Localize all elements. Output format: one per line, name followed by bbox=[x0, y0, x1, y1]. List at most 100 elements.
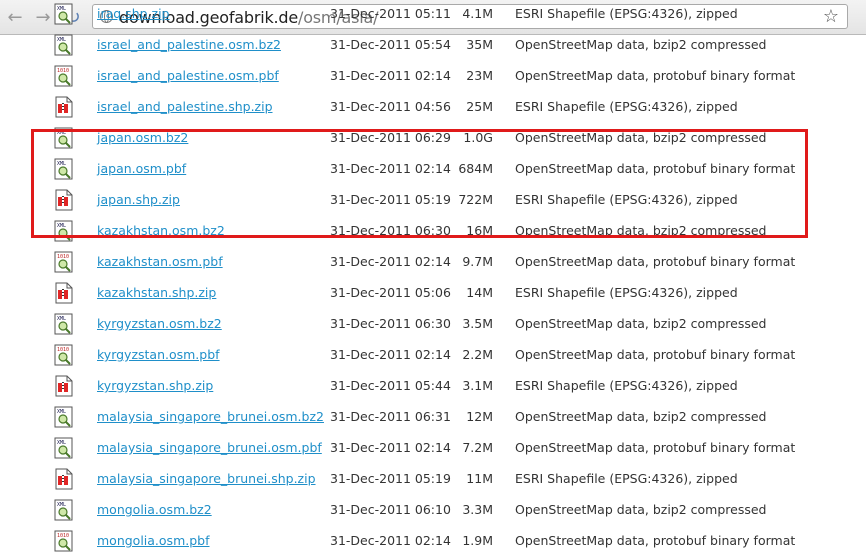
file-link[interactable]: mongolia.osm.bz2 bbox=[97, 502, 212, 517]
file-link[interactable]: kyrgyzstan.osm.bz2 bbox=[97, 316, 222, 331]
file-description: OpenStreetMap data, protobuf binary form… bbox=[515, 440, 796, 455]
file-link[interactable]: kyrgyzstan.shp.zip bbox=[97, 378, 213, 393]
file-size: 12M bbox=[466, 409, 493, 424]
file-date: 31-Dec-2011 05:11 bbox=[330, 6, 451, 21]
file-description: ESRI Shapefile (EPSG:4326), zipped bbox=[515, 285, 738, 300]
file-size: 14M bbox=[466, 285, 493, 300]
file-row: kyrgyzstan.shp.zip 31-Dec-2011 05:44 3.1M E… bbox=[0, 371, 866, 402]
svg-text:XML: XML bbox=[57, 223, 66, 229]
file-description: OpenStreetMap data, bzip2 compressed bbox=[515, 409, 767, 424]
file-row: XML kyrgyzstan.osm.bz2 31-Dec-2011 06:30 3.… bbox=[0, 309, 866, 340]
file-row: 1010 israel_and_palestine.osm.pbf 31-Dec-2… bbox=[0, 61, 866, 92]
file-row: kazakhstan.shp.zip 31-Dec-2011 05:06 14M ES… bbox=[0, 278, 866, 309]
file-row: XML kazakhstan.osm.bz2 31-Dec-2011 06:30 16… bbox=[0, 216, 866, 247]
file-size: 3.5M bbox=[462, 316, 493, 331]
file-date: 31-Dec-2011 06:30 bbox=[330, 316, 451, 331]
file-date: 31-Dec-2011 06:10 bbox=[330, 502, 451, 517]
svg-text:XML: XML bbox=[57, 130, 66, 136]
file-date: 31-Dec-2011 02:14 bbox=[330, 254, 451, 269]
file-size: 7.2M bbox=[462, 440, 493, 455]
file-date: 31-Dec-2011 02:14 bbox=[330, 533, 451, 548]
compressed-icon: XML bbox=[54, 220, 74, 242]
compressed-icon: XML bbox=[54, 313, 74, 335]
file-row: 1010 kyrgyzstan.osm.pbf 31-Dec-2011 02:14 2… bbox=[0, 340, 866, 371]
compressed-icon: XML bbox=[54, 127, 74, 149]
file-row: XML malaysia_singapore_brunei.osm.pbf 31-D… bbox=[0, 433, 866, 464]
svg-text:XML: XML bbox=[57, 316, 66, 322]
svg-text:XML: XML bbox=[57, 440, 66, 446]
file-row: 1010 mongolia.osm.pbf 31-Dec-2011 02:14 1.9… bbox=[0, 526, 866, 557]
file-link[interactable]: malaysia_singapore_brunei.shp.zip bbox=[97, 471, 316, 486]
svg-text:1010: 1010 bbox=[57, 68, 69, 74]
compressed-icon: XML bbox=[54, 437, 74, 459]
file-link[interactable]: kazakhstan.osm.pbf bbox=[97, 254, 223, 269]
file-date: 31-Dec-2011 06:31 bbox=[330, 409, 451, 424]
file-description: OpenStreetMap data, bzip2 compressed bbox=[515, 37, 767, 52]
file-date: 31-Dec-2011 02:14 bbox=[330, 440, 451, 455]
file-size: 3.3M bbox=[462, 502, 493, 517]
file-row: XML japan.osm.bz2 31-Dec-2011 06:29 1.0G Ope… bbox=[0, 123, 866, 154]
file-link[interactable]: israel_and_palestine.osm.pbf bbox=[97, 68, 279, 83]
file-row: XML iraq.shp.zip 31-Dec-2011 05:11 4.1M ESRI… bbox=[0, 0, 866, 30]
file-description: ESRI Shapefile (EPSG:4326), zipped bbox=[515, 378, 738, 393]
binary-icon: 1010 bbox=[54, 251, 74, 273]
file-description: ESRI Shapefile (EPSG:4326), zipped bbox=[515, 471, 738, 486]
file-size: 2.2M bbox=[462, 347, 493, 362]
archive-icon bbox=[54, 189, 74, 211]
compressed-icon: XML bbox=[54, 158, 74, 180]
archive-icon bbox=[54, 282, 74, 304]
file-link[interactable]: iraq.shp.zip bbox=[97, 6, 170, 21]
file-description: OpenStreetMap data, bzip2 compressed bbox=[515, 223, 767, 238]
file-date: 31-Dec-2011 05:19 bbox=[330, 471, 451, 486]
file-row: XML mongolia.osm.bz2 31-Dec-2011 06:10 3.3M… bbox=[0, 495, 866, 526]
file-link[interactable]: japan.osm.pbf bbox=[97, 161, 186, 176]
file-link[interactable]: kazakhstan.osm.bz2 bbox=[97, 223, 225, 238]
archive-icon bbox=[54, 468, 74, 490]
file-link[interactable]: japan.shp.zip bbox=[97, 192, 180, 207]
file-size: 25M bbox=[466, 99, 493, 114]
file-size: 684M bbox=[458, 161, 493, 176]
file-description: ESRI Shapefile (EPSG:4326), zipped bbox=[515, 192, 738, 207]
binary-icon: 1010 bbox=[54, 530, 74, 552]
binary-icon: 1010 bbox=[54, 344, 74, 366]
file-size: 11M bbox=[466, 471, 493, 486]
svg-text:1010: 1010 bbox=[57, 347, 69, 353]
file-description: OpenStreetMap data, protobuf binary form… bbox=[515, 533, 796, 548]
file-row: XML malaysia_singapore_brunei.osm.bz2 31-D… bbox=[0, 402, 866, 433]
archive-icon bbox=[54, 375, 74, 397]
file-date: 31-Dec-2011 06:30 bbox=[330, 223, 451, 238]
file-date: 31-Dec-2011 05:44 bbox=[330, 378, 451, 393]
file-date: 31-Dec-2011 02:14 bbox=[330, 347, 451, 362]
file-link[interactable]: malaysia_singapore_brunei.osm.bz2 bbox=[97, 409, 324, 424]
file-link[interactable]: mongolia.osm.pbf bbox=[97, 533, 210, 548]
svg-text:XML: XML bbox=[57, 37, 66, 43]
file-size: 1.0G bbox=[463, 130, 493, 145]
file-link[interactable]: kazakhstan.shp.zip bbox=[97, 285, 216, 300]
file-description: OpenStreetMap data, bzip2 compressed bbox=[515, 130, 767, 145]
compressed-icon: XML bbox=[54, 34, 74, 56]
svg-text:XML: XML bbox=[57, 6, 66, 12]
file-link[interactable]: israel_and_palestine.shp.zip bbox=[97, 99, 273, 114]
compressed-icon: XML bbox=[54, 406, 74, 428]
compressed-icon: XML bbox=[54, 3, 74, 25]
file-link[interactable]: israel_and_palestine.osm.bz2 bbox=[97, 37, 281, 52]
file-size: 1.9M bbox=[462, 533, 493, 548]
file-date: 31-Dec-2011 06:29 bbox=[330, 130, 451, 145]
file-date: 31-Dec-2011 02:14 bbox=[330, 161, 451, 176]
file-size: 3.1M bbox=[462, 378, 493, 393]
file-date: 31-Dec-2011 05:06 bbox=[330, 285, 451, 300]
file-row: 1010 kazakhstan.osm.pbf 31-Dec-2011 02:14 9… bbox=[0, 247, 866, 278]
file-link[interactable]: malaysia_singapore_brunei.osm.pbf bbox=[97, 440, 322, 455]
file-date: 31-Dec-2011 05:19 bbox=[330, 192, 451, 207]
file-description: OpenStreetMap data, protobuf binary form… bbox=[515, 68, 796, 83]
svg-text:XML: XML bbox=[57, 161, 66, 167]
file-description: OpenStreetMap data, protobuf binary form… bbox=[515, 254, 796, 269]
svg-text:XML: XML bbox=[57, 409, 66, 415]
svg-text:XML: XML bbox=[57, 502, 66, 508]
file-link[interactable]: kyrgyzstan.osm.pbf bbox=[97, 347, 220, 362]
svg-text:1010: 1010 bbox=[57, 533, 69, 539]
file-link[interactable]: japan.osm.bz2 bbox=[97, 130, 188, 145]
file-row: israel_and_palestine.shp.zip 31-Dec-2011 … bbox=[0, 92, 866, 123]
file-description: ESRI Shapefile (EPSG:4326), zipped bbox=[515, 99, 738, 114]
compressed-icon: XML bbox=[54, 499, 74, 521]
